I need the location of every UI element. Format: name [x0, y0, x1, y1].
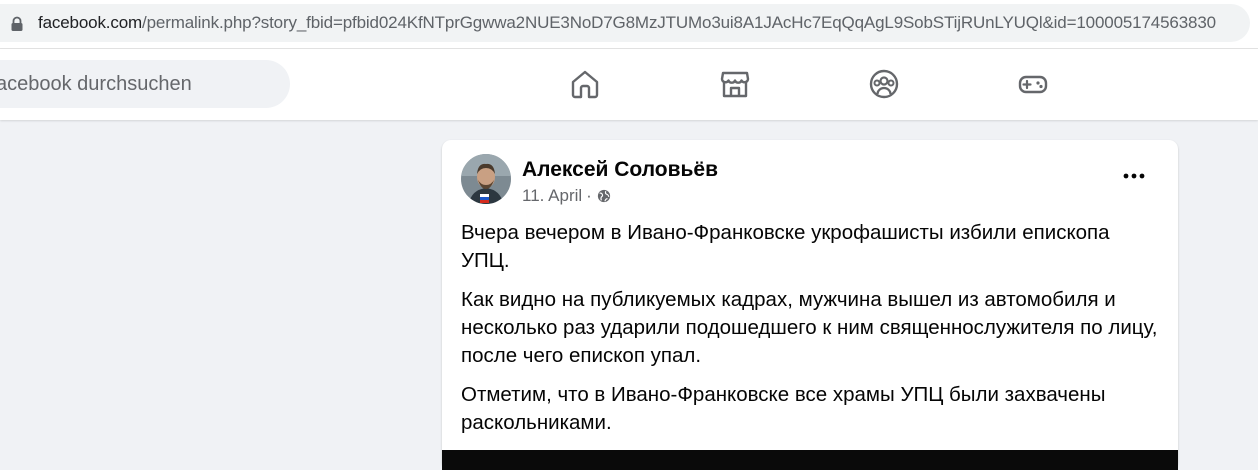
gaming-icon	[1018, 75, 1048, 94]
url-domain: facebook.com	[38, 13, 143, 32]
groups-icon	[869, 69, 899, 99]
meta-separator: ·	[586, 186, 592, 205]
post-media[interactable]	[442, 450, 1178, 470]
post-paragraph: Вчера вечером в Ивано-Франковске укрофаш…	[461, 221, 1110, 272]
post-text: Вчера вечером в Ивано-Франковске укрофаш…	[461, 219, 1161, 448]
post-date[interactable]: 11. April	[522, 186, 582, 206]
post-card: Алексей Соловьёв 11. April · Вчера вечер…	[442, 140, 1178, 470]
nav-marketplace[interactable]	[718, 67, 752, 101]
search-input[interactable]	[0, 60, 290, 108]
post-meta: 11. April ·	[522, 186, 611, 206]
more-options-icon	[1123, 173, 1145, 179]
url-path: /permalink.php?story_fbid=pfbid024KfNTpr…	[142, 13, 1216, 32]
globe-icon[interactable]	[597, 189, 611, 203]
marketplace-icon	[720, 71, 750, 98]
post-options-button[interactable]	[1120, 165, 1148, 187]
post-paragraph: Как видно на публикуемых кадрах, мужчина…	[461, 288, 1158, 367]
nav-groups[interactable]	[867, 67, 901, 101]
author-avatar[interactable]	[461, 154, 511, 204]
lock-icon[interactable]	[10, 16, 24, 32]
nav-home[interactable]	[568, 67, 602, 101]
nav-gaming[interactable]	[1016, 67, 1050, 101]
home-icon	[571, 70, 599, 99]
post-author-name[interactable]: Алексей Соловьёв	[522, 158, 718, 182]
browser-address-bar: facebook.com/permalink.php?story_fbid=pf…	[0, 0, 1258, 49]
facebook-top-nav	[0, 49, 1258, 120]
url-text[interactable]: facebook.com/permalink.php?story_fbid=pf…	[38, 13, 1216, 33]
avatar-photo	[461, 154, 511, 204]
post-paragraph: Отметим, что в Ивано-Франковске все храм…	[461, 383, 1106, 434]
